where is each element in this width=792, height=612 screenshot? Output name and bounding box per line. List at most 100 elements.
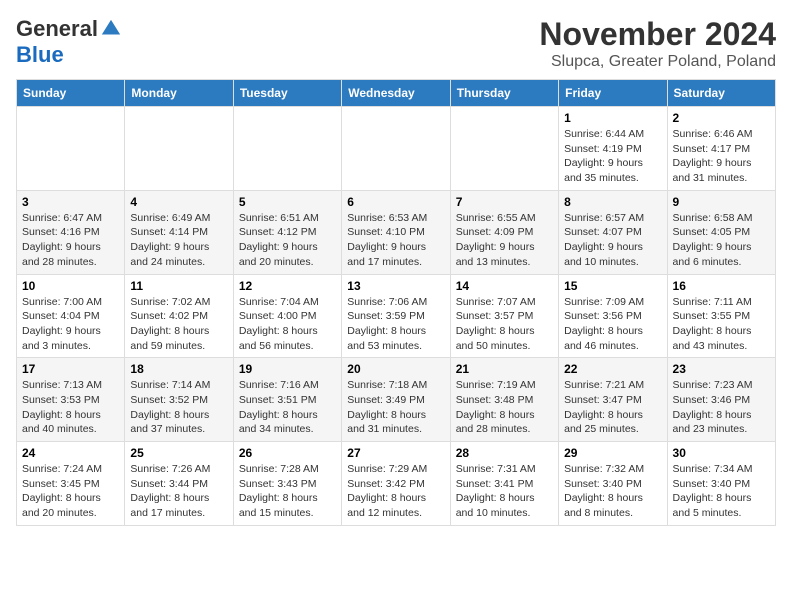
day-number: 25 xyxy=(130,446,227,460)
day-number: 26 xyxy=(239,446,336,460)
day-number: 11 xyxy=(130,279,227,293)
logo-icon xyxy=(100,18,122,40)
calendar-day-cell xyxy=(17,107,125,191)
day-number: 28 xyxy=(456,446,553,460)
day-number: 27 xyxy=(347,446,444,460)
day-number: 22 xyxy=(564,362,661,376)
calendar-day-cell: 29 Sunrise: 7:32 AM Sunset: 3:40 PM Dayli… xyxy=(559,442,667,526)
calendar-day-cell: 1 Sunrise: 6:44 AM Sunset: 4:19 PM Daylig… xyxy=(559,107,667,191)
day-number: 14 xyxy=(456,279,553,293)
day-number: 1 xyxy=(564,111,661,125)
calendar-day-cell: 3 Sunrise: 6:47 AM Sunset: 4:16 PM Daylig… xyxy=(17,190,125,274)
day-detail: Sunrise: 7:19 AM Sunset: 3:48 PM Dayligh… xyxy=(456,378,553,437)
calendar-day-cell xyxy=(450,107,558,191)
calendar-day-cell: 8 Sunrise: 6:57 AM Sunset: 4:07 PM Daylig… xyxy=(559,190,667,274)
day-detail: Sunrise: 7:02 AM Sunset: 4:02 PM Dayligh… xyxy=(130,295,227,354)
day-number: 19 xyxy=(239,362,336,376)
day-detail: Sunrise: 6:47 AM Sunset: 4:16 PM Dayligh… xyxy=(22,211,119,270)
calendar-day-cell: 11 Sunrise: 7:02 AM Sunset: 4:02 PM Dayli… xyxy=(125,274,233,358)
logo-blue-text: Blue xyxy=(16,42,64,68)
day-number: 12 xyxy=(239,279,336,293)
calendar-day-cell: 15 Sunrise: 7:09 AM Sunset: 3:56 PM Dayli… xyxy=(559,274,667,358)
day-number: 16 xyxy=(673,279,770,293)
calendar-day-cell: 21 Sunrise: 7:19 AM Sunset: 3:48 PM Dayli… xyxy=(450,358,558,442)
day-number: 18 xyxy=(130,362,227,376)
calendar-day-cell: 28 Sunrise: 7:31 AM Sunset: 3:41 PM Dayli… xyxy=(450,442,558,526)
day-number: 6 xyxy=(347,195,444,209)
calendar-table: SundayMondayTuesdayWednesdayThursdayFrid… xyxy=(16,79,776,526)
day-detail: Sunrise: 6:57 AM Sunset: 4:07 PM Dayligh… xyxy=(564,211,661,270)
title-block: November 2024 Slupca, Greater Poland, Po… xyxy=(539,16,776,71)
logo-general-text: General xyxy=(16,16,98,42)
day-detail: Sunrise: 7:07 AM Sunset: 3:57 PM Dayligh… xyxy=(456,295,553,354)
day-detail: Sunrise: 7:31 AM Sunset: 3:41 PM Dayligh… xyxy=(456,462,553,521)
dow-header: Monday xyxy=(125,80,233,107)
day-number: 8 xyxy=(564,195,661,209)
calendar-week-row: 1 Sunrise: 6:44 AM Sunset: 4:19 PM Daylig… xyxy=(17,107,776,191)
day-detail: Sunrise: 7:11 AM Sunset: 3:55 PM Dayligh… xyxy=(673,295,770,354)
calendar-day-cell: 5Sunrise: 6:51 AM Sunset: 4:12 PM Daylig… xyxy=(233,190,341,274)
day-detail: Sunrise: 6:55 AM Sunset: 4:09 PM Dayligh… xyxy=(456,211,553,270)
calendar-day-cell: 25 Sunrise: 7:26 AM Sunset: 3:44 PM Dayli… xyxy=(125,442,233,526)
day-detail: Sunrise: 7:29 AM Sunset: 3:42 PM Dayligh… xyxy=(347,462,444,521)
day-number: 30 xyxy=(673,446,770,460)
calendar-day-cell xyxy=(342,107,450,191)
day-detail: Sunrise: 6:58 AM Sunset: 4:05 PM Dayligh… xyxy=(673,211,770,270)
day-detail: Sunrise: 7:24 AM Sunset: 3:45 PM Dayligh… xyxy=(22,462,119,521)
calendar-day-cell: 23Sunrise: 7:23 AM Sunset: 3:46 PM Dayli… xyxy=(667,358,775,442)
dow-header: Tuesday xyxy=(233,80,341,107)
calendar-day-cell: 13Sunrise: 7:06 AM Sunset: 3:59 PM Dayli… xyxy=(342,274,450,358)
calendar-week-row: 24 Sunrise: 7:24 AM Sunset: 3:45 PM Dayli… xyxy=(17,442,776,526)
dow-header: Wednesday xyxy=(342,80,450,107)
day-detail: Sunrise: 6:53 AM Sunset: 4:10 PM Dayligh… xyxy=(347,211,444,270)
calendar-day-cell: 7 Sunrise: 6:55 AM Sunset: 4:09 PM Daylig… xyxy=(450,190,558,274)
dow-header: Saturday xyxy=(667,80,775,107)
day-number: 9 xyxy=(673,195,770,209)
day-detail: Sunrise: 7:13 AM Sunset: 3:53 PM Dayligh… xyxy=(22,378,119,437)
day-detail: Sunrise: 6:44 AM Sunset: 4:19 PM Dayligh… xyxy=(564,127,661,186)
day-detail: Sunrise: 7:16 AM Sunset: 3:51 PM Dayligh… xyxy=(239,378,336,437)
calendar-day-cell: 27 Sunrise: 7:29 AM Sunset: 3:42 PM Dayli… xyxy=(342,442,450,526)
day-detail: Sunrise: 7:00 AM Sunset: 4:04 PM Dayligh… xyxy=(22,295,119,354)
calendar-day-cell: 26 Sunrise: 7:28 AM Sunset: 3:43 PM Dayli… xyxy=(233,442,341,526)
day-detail: Sunrise: 7:32 AM Sunset: 3:40 PM Dayligh… xyxy=(564,462,661,521)
calendar-week-row: 10Sunrise: 7:00 AM Sunset: 4:04 PM Dayli… xyxy=(17,274,776,358)
day-detail: Sunrise: 7:09 AM Sunset: 3:56 PM Dayligh… xyxy=(564,295,661,354)
day-detail: Sunrise: 7:14 AM Sunset: 3:52 PM Dayligh… xyxy=(130,378,227,437)
day-detail: Sunrise: 6:51 AM Sunset: 4:12 PM Dayligh… xyxy=(239,211,336,270)
day-detail: Sunrise: 7:34 AM Sunset: 3:40 PM Dayligh… xyxy=(673,462,770,521)
day-detail: Sunrise: 7:26 AM Sunset: 3:44 PM Dayligh… xyxy=(130,462,227,521)
day-detail: Sunrise: 7:06 AM Sunset: 3:59 PM Dayligh… xyxy=(347,295,444,354)
day-detail: Sunrise: 7:28 AM Sunset: 3:43 PM Dayligh… xyxy=(239,462,336,521)
day-number: 15 xyxy=(564,279,661,293)
dow-header: Friday xyxy=(559,80,667,107)
dow-header: Sunday xyxy=(17,80,125,107)
calendar-day-cell: 24 Sunrise: 7:24 AM Sunset: 3:45 PM Dayli… xyxy=(17,442,125,526)
day-number: 21 xyxy=(456,362,553,376)
calendar-day-cell: 6 Sunrise: 6:53 AM Sunset: 4:10 PM Daylig… xyxy=(342,190,450,274)
calendar-day-cell: 17 Sunrise: 7:13 AM Sunset: 3:53 PM Dayli… xyxy=(17,358,125,442)
day-number: 4 xyxy=(130,195,227,209)
logo: General Blue xyxy=(16,16,122,68)
calendar-day-cell: 30 Sunrise: 7:34 AM Sunset: 3:40 PM Dayli… xyxy=(667,442,775,526)
calendar-body: 1 Sunrise: 6:44 AM Sunset: 4:19 PM Daylig… xyxy=(17,107,776,526)
calendar-day-cell: 14 Sunrise: 7:07 AM Sunset: 3:57 PM Dayli… xyxy=(450,274,558,358)
calendar-day-cell: 12Sunrise: 7:04 AM Sunset: 4:00 PM Dayli… xyxy=(233,274,341,358)
calendar-week-row: 17 Sunrise: 7:13 AM Sunset: 3:53 PM Dayli… xyxy=(17,358,776,442)
calendar-day-cell: 4Sunrise: 6:49 AM Sunset: 4:14 PM Daylig… xyxy=(125,190,233,274)
calendar-day-cell: 10Sunrise: 7:00 AM Sunset: 4:04 PM Dayli… xyxy=(17,274,125,358)
calendar-day-cell: 16 Sunrise: 7:11 AM Sunset: 3:55 PM Dayli… xyxy=(667,274,775,358)
day-number: 24 xyxy=(22,446,119,460)
dow-header: Thursday xyxy=(450,80,558,107)
day-detail: Sunrise: 7:18 AM Sunset: 3:49 PM Dayligh… xyxy=(347,378,444,437)
page-header: General Blue November 2024 Slupca, Great… xyxy=(16,16,776,71)
day-number: 23 xyxy=(673,362,770,376)
day-number: 3 xyxy=(22,195,119,209)
day-number: 7 xyxy=(456,195,553,209)
day-number: 29 xyxy=(564,446,661,460)
day-detail: Sunrise: 7:21 AM Sunset: 3:47 PM Dayligh… xyxy=(564,378,661,437)
calendar-day-cell: 2Sunrise: 6:46 AM Sunset: 4:17 PM Daylig… xyxy=(667,107,775,191)
calendar-day-cell xyxy=(233,107,341,191)
day-number: 2 xyxy=(673,111,770,125)
day-number: 17 xyxy=(22,362,119,376)
